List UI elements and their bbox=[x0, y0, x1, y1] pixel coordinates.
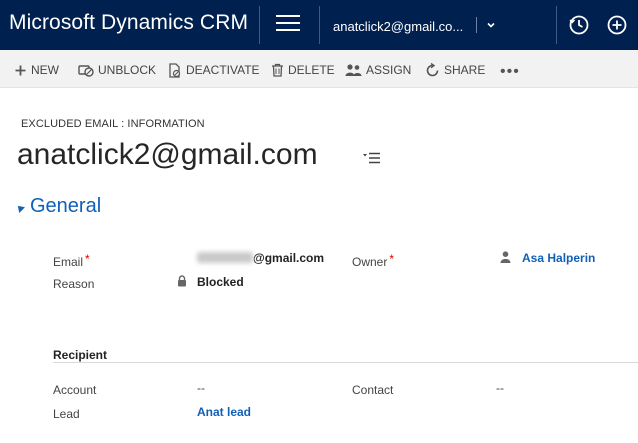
owner-field-label: Owner * bbox=[352, 252, 395, 269]
unblock-icon bbox=[78, 65, 94, 77]
chevron-down-icon[interactable] bbox=[485, 19, 497, 31]
delete-button[interactable]: DELETE bbox=[271, 62, 335, 78]
deactivate-icon bbox=[169, 62, 181, 78]
contact-field-label: Contact bbox=[352, 383, 394, 397]
delete-button-label: DELETE bbox=[288, 63, 335, 77]
unblock-button-label: UNBLOCK bbox=[98, 63, 157, 77]
app-title[interactable]: Microsoft Dynamics CRM bbox=[9, 11, 248, 35]
section-title: General bbox=[30, 195, 102, 217]
page-title: anatclick2@gmail.com bbox=[17, 138, 318, 171]
owner-link[interactable]: Asa Halperin bbox=[522, 251, 595, 265]
account-field-value[interactable]: -- bbox=[197, 381, 205, 395]
nav-divider bbox=[556, 6, 557, 44]
new-button[interactable]: NEW bbox=[14, 62, 59, 78]
nav-divider bbox=[319, 6, 320, 44]
record-nav-label[interactable]: anatclick2@gmail.co... bbox=[333, 19, 463, 34]
lead-link[interactable]: Anat lead bbox=[197, 405, 251, 419]
hamburger-menu-icon[interactable] bbox=[276, 15, 300, 35]
share-button[interactable]: SHARE bbox=[425, 62, 485, 78]
contact-field-value[interactable]: -- bbox=[496, 381, 504, 395]
new-button-label: NEW bbox=[31, 63, 59, 77]
top-navigation-bar: Microsoft Dynamics CRM anatclick2@gmail.… bbox=[0, 0, 638, 50]
plus-icon bbox=[15, 65, 26, 75]
redacted-text bbox=[197, 252, 253, 263]
recipient-heading: Recipient bbox=[53, 348, 108, 362]
unblock-button[interactable]: UNBLOCK bbox=[78, 62, 156, 78]
deactivate-button-label: DEACTIVATE bbox=[186, 63, 260, 77]
email-field-value[interactable]: @gmail.com bbox=[197, 251, 324, 265]
assign-icon bbox=[345, 64, 362, 76]
nav-divider bbox=[259, 6, 260, 44]
lead-field-label: Lead bbox=[53, 407, 80, 421]
required-marker: * bbox=[389, 252, 395, 266]
more-commands-icon[interactable]: ••• bbox=[500, 63, 520, 81]
assign-button-label: ASSIGN bbox=[366, 63, 412, 77]
nav-divider bbox=[476, 17, 477, 33]
section-divider bbox=[53, 362, 638, 363]
lock-icon bbox=[178, 275, 186, 287]
collapse-triangle-icon bbox=[15, 202, 25, 213]
share-button-label: SHARE bbox=[444, 63, 486, 77]
plus-circle-icon[interactable] bbox=[605, 13, 629, 37]
email-field-label: Email * bbox=[53, 252, 90, 269]
trash-icon bbox=[272, 63, 283, 77]
entity-label: EXCLUDED EMAIL : INFORMATION bbox=[21, 118, 205, 130]
user-icon bbox=[500, 251, 511, 263]
share-icon bbox=[426, 62, 439, 76]
deactivate-button[interactable]: DEACTIVATE bbox=[168, 62, 260, 78]
section-general-toggle[interactable]: General bbox=[15, 195, 102, 218]
reason-field-value: Blocked bbox=[197, 275, 244, 289]
account-field-label: Account bbox=[53, 383, 97, 397]
title-menu-icon[interactable] bbox=[363, 152, 381, 164]
clock-icon[interactable] bbox=[567, 13, 591, 37]
assign-button[interactable]: ASSIGN bbox=[345, 62, 411, 78]
required-marker: * bbox=[85, 252, 90, 266]
reason-field-label: Reason bbox=[53, 277, 95, 291]
